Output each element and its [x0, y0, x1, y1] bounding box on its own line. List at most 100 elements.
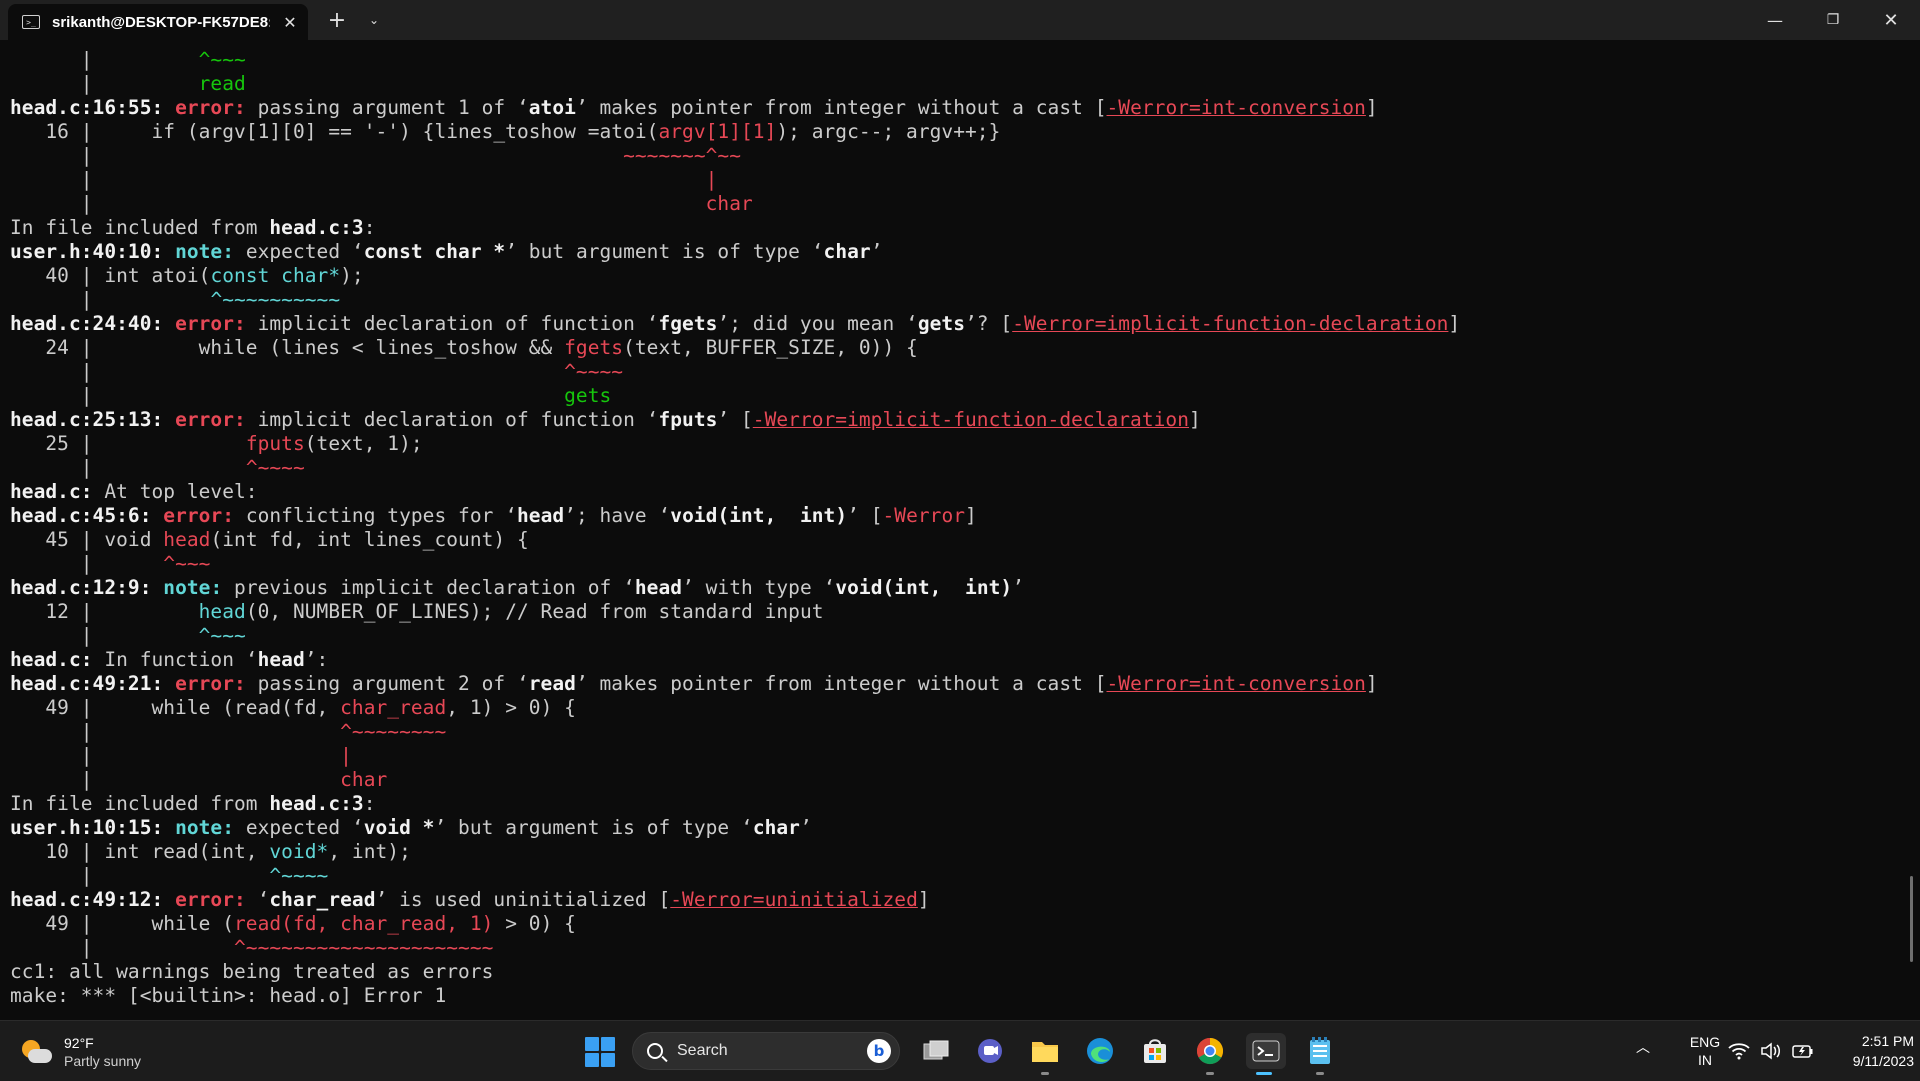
microsoft-store-icon[interactable]	[1137, 1033, 1173, 1069]
terminal-text: 40 | int atoi(	[10, 264, 211, 287]
terminal-text: head	[257, 648, 305, 671]
bing-icon[interactable]: b	[867, 1039, 891, 1063]
terminal-line: user.h:10:15: note: expected ‘void *’ bu…	[10, 816, 1890, 840]
terminal-text: char	[705, 192, 753, 215]
terminal-text: ‘	[257, 888, 270, 911]
edge-browser-icon[interactable]	[1082, 1033, 1118, 1069]
terminal-scrollbar[interactable]	[1910, 876, 1913, 962]
terminal-text: |	[10, 744, 341, 767]
terminal-text: error:	[175, 672, 258, 695]
terminal-text: error:	[163, 504, 246, 527]
terminal-line: make: *** [<builtin>: head.o] Error 1	[10, 984, 1890, 1008]
terminal-text: const char*	[210, 264, 341, 287]
volume-icon	[1761, 1042, 1780, 1060]
terminal-text: ’ makes pointer from integer without a c…	[575, 96, 1107, 119]
windows-start-icon[interactable]	[585, 1037, 615, 1067]
terminal-line: 25 | fputs(text, 1);	[10, 432, 1890, 456]
terminal-text: expected ‘	[245, 816, 364, 839]
terminal-text: ’; have ‘	[564, 504, 671, 527]
terminal-line: | ^~~~~	[10, 360, 1890, 384]
file-explorer-icon[interactable]	[1027, 1033, 1063, 1075]
terminal-line: head.c:49:21: error: passing argument 2 …	[10, 672, 1890, 696]
terminal-text: read	[528, 672, 576, 695]
terminal-text: const char *	[363, 240, 506, 263]
maximize-button[interactable]: ❐	[1810, 0, 1856, 40]
language-indicator[interactable]: ENG IN	[1680, 1033, 1730, 1069]
terminal-text: |	[10, 192, 706, 215]
windows-terminal-icon[interactable]	[1246, 1033, 1286, 1075]
terminal-text: |	[10, 72, 199, 95]
terminal-text: ]	[1365, 672, 1378, 695]
terminal-text: ’ [	[847, 504, 883, 527]
terminal-line: | |	[10, 168, 1890, 192]
minimize-button[interactable]: —	[1752, 0, 1798, 40]
system-clock[interactable]: 2:51 PM 9/11/2023	[1824, 1031, 1914, 1071]
tab-close-icon[interactable]: ✕	[278, 13, 302, 32]
teams-chat-icon[interactable]	[972, 1033, 1008, 1069]
terminal-line: head.c:45:6: error: conflicting types fo…	[10, 504, 1890, 528]
battery-charging-icon	[1792, 1045, 1813, 1058]
close-window-button[interactable]: ✕	[1866, 0, 1916, 40]
terminal-text: |	[10, 768, 341, 791]
terminal-line: | char	[10, 768, 1890, 792]
terminal-line: In file included from head.c:3:	[10, 792, 1890, 816]
terminal-line: user.h:40:10: note: expected ‘const char…	[10, 240, 1890, 264]
terminal-text: );	[340, 264, 364, 287]
terminal-line: | gets	[10, 384, 1890, 408]
terminal-text: head.c:25:13:	[10, 408, 176, 431]
new-tab-button[interactable]: +	[320, 0, 354, 40]
terminal-text: ^~~~	[198, 624, 246, 647]
terminal-tab[interactable]: >_ srikanth@DESKTOP-FK57DE8: ✕	[8, 4, 308, 40]
tab-title: srikanth@DESKTOP-FK57DE8:	[52, 13, 270, 31]
terminal-text: |	[10, 624, 199, 647]
terminal-text: head.c:12:9:	[10, 576, 164, 599]
taskbar-search[interactable]: Search b	[632, 1032, 900, 1070]
terminal-text: ]	[917, 888, 930, 911]
terminal-text: |	[10, 456, 246, 479]
tab-dropdown-button[interactable]: ⌄	[358, 0, 390, 40]
terminal-text: |	[10, 288, 211, 311]
system-tray[interactable]	[1728, 1037, 1814, 1065]
wifi-icon	[1728, 1043, 1750, 1060]
terminal-text: ^~~~~~~~~~~	[210, 288, 341, 311]
weather-widget[interactable]: 92°F Partly sunny	[20, 1031, 170, 1073]
terminal-line: | ^~~~~~~~~	[10, 720, 1890, 744]
terminal-output[interactable]: | ^~~~ | read head.c:16:55: error: passin…	[10, 48, 1890, 1018]
chrome-browser-icon[interactable]	[1192, 1033, 1228, 1075]
terminal-text: -Werror=int-conversion	[1106, 96, 1366, 119]
terminal-text: fgets	[658, 312, 718, 335]
terminal-line: 24 | while (lines < lines_toshow && fget…	[10, 336, 1890, 360]
terminal-text: char	[340, 768, 388, 791]
terminal-text: expected ‘	[245, 240, 364, 263]
terminal-text: gets	[564, 384, 612, 407]
terminal-text: read(fd, char_read, 1)	[234, 912, 494, 935]
terminal-text: |	[705, 168, 718, 191]
terminal-text: In file included from	[10, 792, 270, 815]
terminal-text: |	[10, 552, 164, 575]
terminal-text: void(int, int)	[670, 504, 848, 527]
terminal-text: head.c:45:6:	[10, 504, 164, 527]
terminal-line: 16 | if (argv[1][0] == '-') {lines_tosho…	[10, 120, 1890, 144]
terminal-text: |	[10, 936, 235, 959]
terminal-text: 12 |	[10, 600, 199, 623]
terminal-line: | ~~~~~~~^~~	[10, 144, 1890, 168]
terminal-text: note:	[175, 816, 246, 839]
terminal-line: 49 | while (read(fd, char_read, 1) > 0) …	[10, 912, 1890, 936]
terminal-line: head.c:16:55: error: passing argument 1 …	[10, 96, 1890, 120]
terminal-line: head.c:49:12: error: ‘char_read’ is used…	[10, 888, 1890, 912]
terminal-line: | ^~~~~	[10, 456, 1890, 480]
chevron-up-icon[interactable]: ︿	[1636, 1037, 1650, 1057]
terminal-text: head.c:16:55:	[10, 96, 176, 119]
terminal-text: 49 | while (read(fd,	[10, 696, 341, 719]
search-label: Search	[677, 1042, 728, 1059]
terminal-text: |	[340, 744, 352, 767]
terminal-text: error:	[175, 888, 258, 911]
terminal-text: ^~~~~~~~~	[340, 720, 447, 743]
weather-condition: Partly sunny	[64, 1053, 142, 1069]
app-indicator	[1041, 1072, 1049, 1075]
terminal-text: char	[823, 240, 871, 263]
task-view-icon[interactable]	[918, 1033, 954, 1069]
terminal-text: ^~~~~	[269, 864, 329, 887]
notepad-icon[interactable]	[1302, 1033, 1338, 1075]
terminal-text: ]	[1189, 408, 1201, 431]
